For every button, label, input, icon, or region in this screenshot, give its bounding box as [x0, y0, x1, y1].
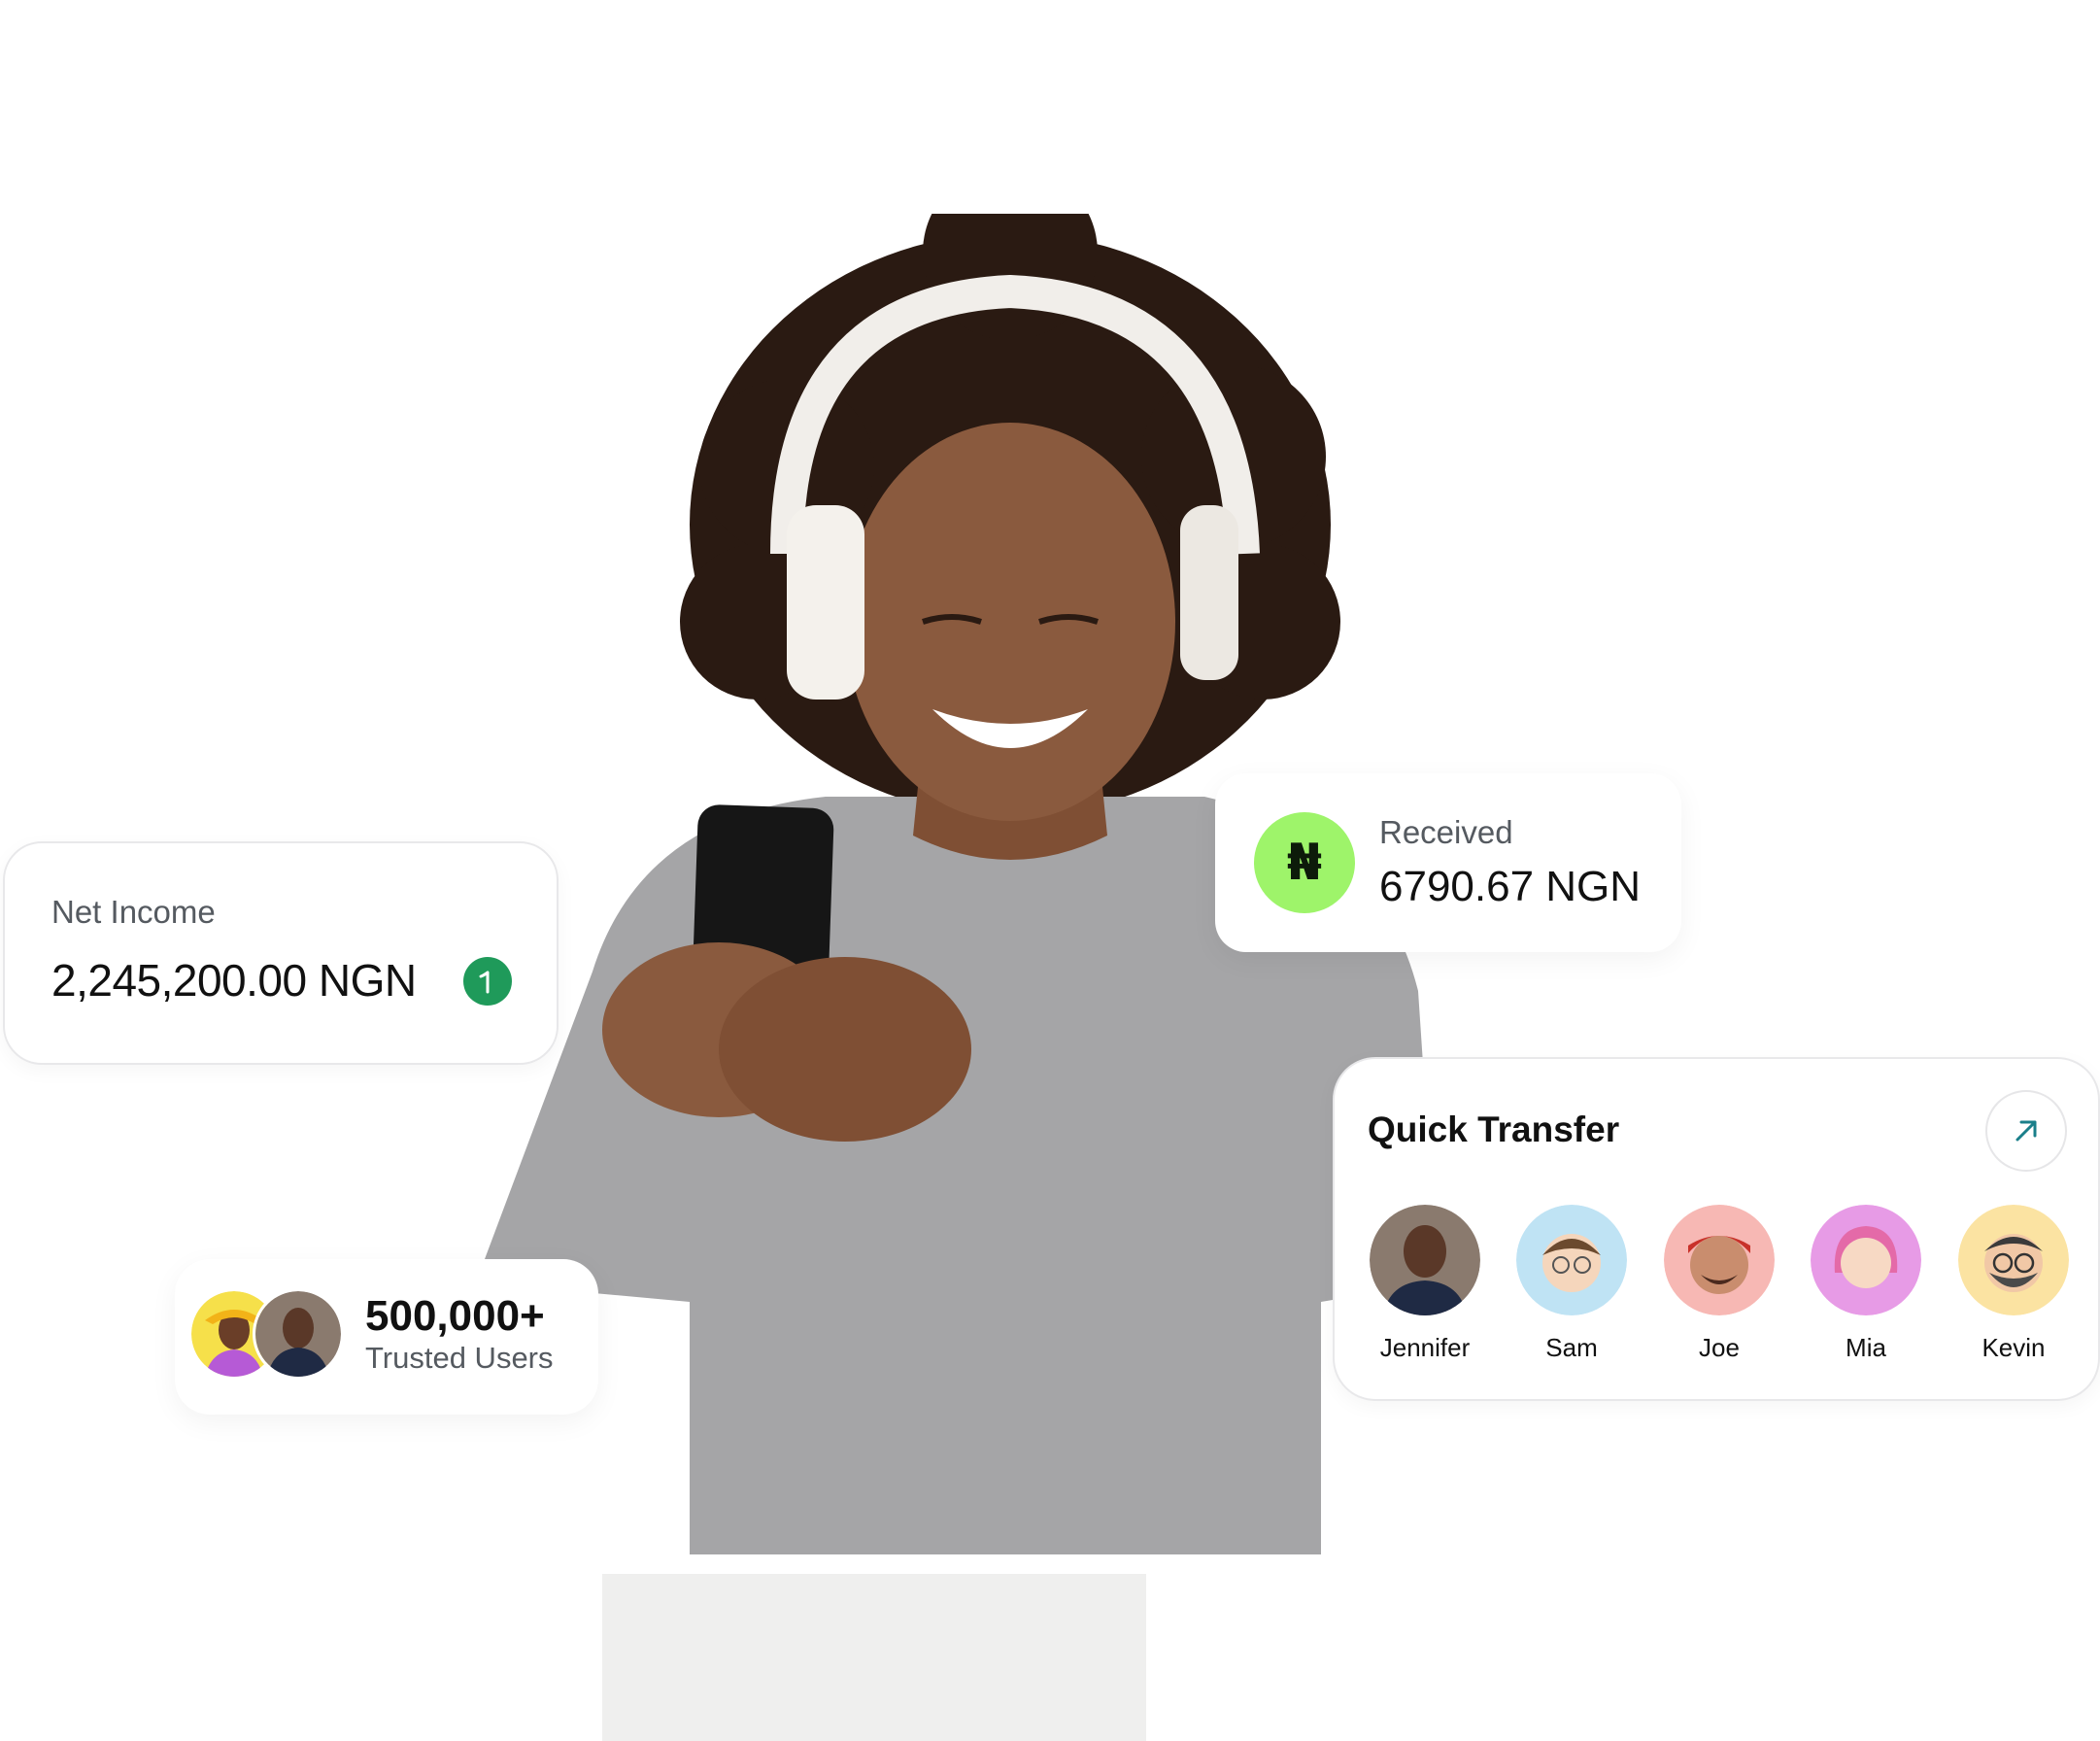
avatar	[1516, 1205, 1627, 1315]
received-card: ₦ Received 6790.67 NGN	[1215, 773, 1681, 952]
trusted-users-card: 500,000+ Trusted Users	[175, 1259, 598, 1415]
net-income-value: 2,245,200.00 NGN	[51, 955, 417, 1006]
quick-transfer-title: Quick Transfer	[1368, 1109, 1620, 1149]
arrow-up-right-icon	[2015, 1120, 2037, 1142]
contact-jennifer[interactable]: Jennifer	[1362, 1205, 1488, 1363]
trusted-users-label: Trusted Users	[365, 1341, 554, 1375]
contact-name: Kevin	[1981, 1333, 2046, 1362]
quick-transfer-contacts: Jennifer Sam Joe Mia Kevin	[1362, 1205, 2081, 1380]
contact-sam[interactable]: Sam	[1508, 1205, 1635, 1363]
avatar	[1811, 1205, 1921, 1315]
quick-transfer-expand-button[interactable]	[1985, 1090, 2067, 1172]
received-value: 6790.67 NGN	[1379, 863, 1642, 910]
net-income-card: Net Income 2,245,200.00 NGN	[3, 841, 559, 1065]
avatar	[253, 1288, 344, 1380]
avatar	[1958, 1205, 2069, 1315]
contact-name: Sam	[1545, 1333, 1598, 1362]
net-income-label: Net Income	[51, 894, 216, 930]
hero-person-image	[466, 214, 1496, 1741]
contact-joe[interactable]: Joe	[1656, 1205, 1782, 1363]
avatar	[1664, 1205, 1775, 1315]
user-avatars-stack	[188, 1288, 363, 1380]
avatar	[1370, 1205, 1480, 1315]
contact-name: Mia	[1846, 1333, 1886, 1362]
arrow-up-icon	[463, 957, 512, 1006]
contact-name: Jennifer	[1379, 1333, 1471, 1362]
contact-kevin[interactable]: Kevin	[1950, 1205, 2077, 1363]
trusted-users-count: 500,000+	[365, 1292, 545, 1340]
contact-mia[interactable]: Mia	[1803, 1205, 1929, 1363]
received-label: Received	[1379, 814, 1513, 850]
quick-transfer-card: Quick Transfer Jennifer Sam Joe Mia Kevi…	[1333, 1057, 2100, 1401]
contact-name: Joe	[1699, 1333, 1740, 1362]
naira-icon: ₦	[1254, 812, 1355, 913]
